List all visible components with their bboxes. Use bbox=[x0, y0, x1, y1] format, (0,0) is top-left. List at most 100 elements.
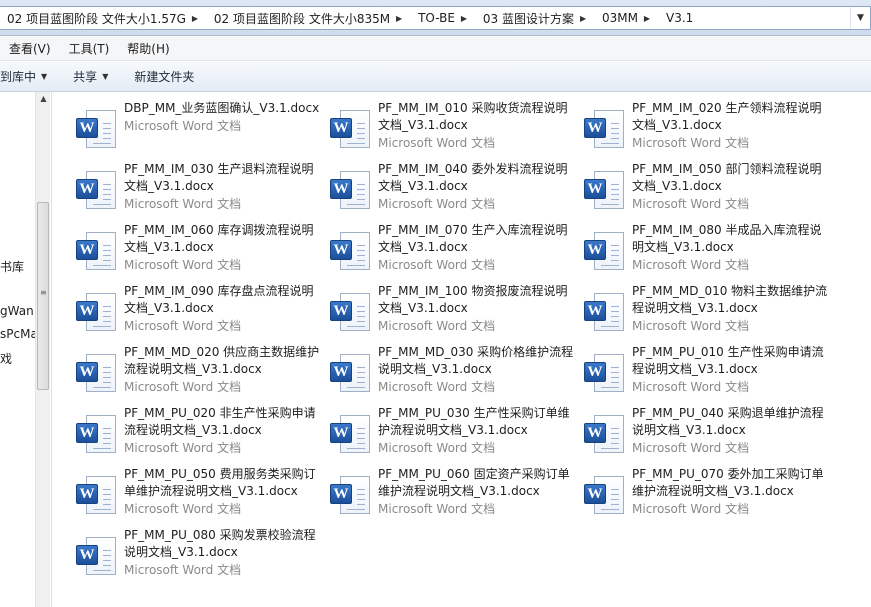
file-item[interactable]: W PF_MM_IM_090 库存盘点流程说明文档_V3.1.docx Micr… bbox=[72, 283, 322, 341]
scroll-up-icon[interactable]: ▲ bbox=[36, 94, 51, 103]
breadcrumb-item-5[interactable]: 03MM ▶ bbox=[595, 7, 659, 29]
file-item[interactable]: W PF_MM_MD_030 采购价格维护流程说明文档_V3.1.docx Mi… bbox=[326, 344, 576, 402]
word-document-icon: W bbox=[326, 291, 374, 339]
file-item[interactable]: W PF_MM_MD_010 物料主数据维护流程说明文档_V3.1.docx M… bbox=[580, 283, 830, 341]
chevron-down-icon: ▼ bbox=[41, 72, 48, 81]
navigation-pane[interactable]: 书库 gWan sPcMa 戏 ▲ ≡ bbox=[0, 92, 52, 607]
file-name: DBP_MM_业务蓝图确认_V3.1.docx bbox=[124, 101, 320, 115]
file-item[interactable]: W PF_MM_MD_020 供应商主数据维护流程说明文档_V3.1.docx … bbox=[72, 344, 322, 402]
file-name: PF_MM_IM_060 库存调拨流程说明文档_V3.1.docx bbox=[124, 223, 314, 254]
chevron-right-icon[interactable]: ▶ bbox=[188, 14, 202, 23]
word-badge: W bbox=[330, 240, 352, 260]
include-in-library-button[interactable]: 到库中 ▼ bbox=[0, 62, 61, 92]
nav-item[interactable]: 戏 bbox=[0, 350, 12, 367]
file-text: PF_MM_PU_040 采购退单维护流程说明文档_V3.1.docx Micr… bbox=[632, 405, 828, 463]
word-document-icon: W bbox=[580, 169, 628, 217]
word-badge: W bbox=[76, 240, 98, 260]
file-item[interactable]: W PF_MM_IM_040 委外发料流程说明文档_V3.1.docx Micr… bbox=[326, 161, 576, 219]
new-folder-button[interactable]: 新建文件夹 bbox=[134, 62, 208, 92]
file-type: Microsoft Word 文档 bbox=[378, 258, 496, 272]
breadcrumb-item-4[interactable]: 03 蓝图设计方案 ▶ bbox=[476, 7, 595, 29]
file-name: PF_MM_PU_030 生产性采购订单维护流程说明文档_V3.1.docx bbox=[378, 406, 570, 437]
word-badge: W bbox=[584, 179, 606, 199]
word-document-icon: W bbox=[72, 535, 120, 583]
word-document-icon: W bbox=[580, 352, 628, 400]
file-item[interactable]: W PF_MM_IM_060 库存调拨流程说明文档_V3.1.docx Micr… bbox=[72, 222, 322, 280]
file-text: PF_MM_IM_050 部门领料流程说明文档_V3.1.docx Micros… bbox=[632, 161, 828, 219]
file-text: PF_MM_IM_080 半成品入库流程说明文档_V3.1.docx Micro… bbox=[632, 222, 828, 280]
file-name: PF_MM_PU_060 固定资产采购订单维护流程说明文档_V3.1.docx bbox=[378, 467, 570, 498]
file-type: Microsoft Word 文档 bbox=[632, 197, 750, 211]
nav-item[interactable]: sPcMa bbox=[0, 327, 38, 341]
nav-scrollbar[interactable]: ▲ ≡ bbox=[35, 92, 50, 607]
menu-tools[interactable]: 工具(T) bbox=[60, 37, 119, 61]
file-item[interactable]: W PF_MM_PU_080 采购发票校验流程说明文档_V3.1.docx Mi… bbox=[72, 527, 322, 585]
command-bar: 到库中 ▼ 共享 ▼ 新建文件夹 bbox=[0, 62, 871, 92]
command-label: 共享 bbox=[73, 70, 98, 84]
word-badge: W bbox=[584, 301, 606, 321]
word-document-icon: W bbox=[580, 474, 628, 522]
menu-help[interactable]: 帮助(H) bbox=[118, 37, 178, 61]
file-text: PF_MM_PU_010 生产性采购申请流程说明文档_V3.1.docx Mic… bbox=[632, 344, 828, 402]
file-item[interactable]: W PF_MM_IM_050 部门领料流程说明文档_V3.1.docx Micr… bbox=[580, 161, 830, 219]
breadcrumb-label: V3.1 bbox=[666, 11, 694, 25]
chevron-right-icon[interactable]: ▶ bbox=[392, 14, 406, 23]
file-item[interactable]: W PF_MM_IM_100 物资报废流程说明文档_V3.1.docx Micr… bbox=[326, 283, 576, 341]
word-document-icon: W bbox=[326, 230, 374, 278]
file-item[interactable]: W PF_MM_PU_050 费用服务类采购订单维护流程说明文档_V3.1.do… bbox=[72, 466, 322, 524]
file-item[interactable]: W PF_MM_IM_010 采购收货流程说明文档_V3.1.docx Micr… bbox=[326, 100, 576, 158]
breadcrumb[interactable]: 02 项目蓝图阶段 文件大小1.57G ▶ 02 项目蓝图阶段 文件大小835M… bbox=[0, 6, 871, 30]
breadcrumb-label: 03 蓝图设计方案 bbox=[482, 11, 575, 26]
word-document-icon: W bbox=[580, 291, 628, 339]
word-badge: W bbox=[584, 118, 606, 138]
file-item[interactable]: W PF_MM_PU_030 生产性采购订单维护流程说明文档_V3.1.docx… bbox=[326, 405, 576, 463]
word-document-icon: W bbox=[72, 230, 120, 278]
chevron-right-icon[interactable]: ▶ bbox=[457, 14, 471, 23]
file-item[interactable]: W PF_MM_IM_020 生产领料流程说明文档_V3.1.docx Micr… bbox=[580, 100, 830, 158]
address-bar: 02 项目蓝图阶段 文件大小1.57G ▶ 02 项目蓝图阶段 文件大小835M… bbox=[0, 0, 871, 36]
file-item[interactable]: W DBP_MM_业务蓝图确认_V3.1.docx Microsoft Word… bbox=[72, 100, 322, 158]
nav-item-library[interactable]: 书库 bbox=[0, 258, 24, 275]
file-type: Microsoft Word 文档 bbox=[632, 441, 750, 455]
file-view[interactable]: W DBP_MM_业务蓝图确认_V3.1.docx Microsoft Word… bbox=[52, 92, 871, 607]
file-name: PF_MM_IM_030 生产退料流程说明文档_V3.1.docx bbox=[124, 162, 314, 193]
file-type: Microsoft Word 文档 bbox=[632, 136, 750, 150]
command-label: 到库中 bbox=[0, 70, 37, 84]
scrollbar-thumb[interactable]: ≡ bbox=[37, 202, 49, 390]
file-type: Microsoft Word 文档 bbox=[378, 319, 496, 333]
file-text: PF_MM_MD_030 采购价格维护流程说明文档_V3.1.docx Micr… bbox=[378, 344, 574, 402]
file-item[interactable]: W PF_MM_IM_030 生产退料流程说明文档_V3.1.docx Micr… bbox=[72, 161, 322, 219]
word-badge: W bbox=[330, 484, 352, 504]
file-item[interactable]: W PF_MM_IM_080 半成品入库流程说明文档_V3.1.docx Mic… bbox=[580, 222, 830, 280]
file-text: PF_MM_PU_050 费用服务类采购订单维护流程说明文档_V3.1.docx… bbox=[124, 466, 320, 524]
file-item[interactable]: W PF_MM_IM_070 生产入库流程说明文档_V3.1.docx Micr… bbox=[326, 222, 576, 280]
word-badge: W bbox=[76, 545, 98, 565]
breadcrumb-item-6[interactable]: V3.1 bbox=[659, 7, 700, 29]
file-item[interactable]: W PF_MM_PU_070 委外加工采购订单维护流程说明文档_V3.1.doc… bbox=[580, 466, 830, 524]
breadcrumb-item-1[interactable]: 02 项目蓝图阶段 文件大小1.57G ▶ bbox=[0, 7, 207, 29]
breadcrumb-item-3[interactable]: TO-BE ▶ bbox=[411, 7, 476, 29]
file-text: PF_MM_PU_060 固定资产采购订单维护流程说明文档_V3.1.docx … bbox=[378, 466, 574, 524]
file-item[interactable]: W PF_MM_PU_020 非生产性采购申请流程说明文档_V3.1.docx … bbox=[72, 405, 322, 463]
file-type: Microsoft Word 文档 bbox=[632, 380, 750, 394]
chevron-right-icon[interactable]: ▶ bbox=[640, 14, 654, 23]
file-text: PF_MM_IM_010 采购收货流程说明文档_V3.1.docx Micros… bbox=[378, 100, 574, 158]
file-text: PF_MM_MD_010 物料主数据维护流程说明文档_V3.1.docx Mic… bbox=[632, 283, 828, 341]
file-item[interactable]: W PF_MM_PU_010 生产性采购申请流程说明文档_V3.1.docx M… bbox=[580, 344, 830, 402]
address-history-dropdown[interactable]: ▼ bbox=[850, 7, 870, 29]
word-document-icon: W bbox=[326, 352, 374, 400]
file-text: DBP_MM_业务蓝图确认_V3.1.docx Microsoft Word 文… bbox=[124, 100, 320, 158]
file-type: Microsoft Word 文档 bbox=[124, 258, 242, 272]
breadcrumb-item-2[interactable]: 02 项目蓝图阶段 文件大小835M ▶ bbox=[207, 7, 411, 29]
file-item[interactable]: W PF_MM_PU_060 固定资产采购订单维护流程说明文档_V3.1.doc… bbox=[326, 466, 576, 524]
chevron-right-icon[interactable]: ▶ bbox=[576, 14, 590, 23]
file-text: PF_MM_IM_060 库存调拨流程说明文档_V3.1.docx Micros… bbox=[124, 222, 320, 280]
share-button[interactable]: 共享 ▼ bbox=[73, 62, 122, 92]
word-badge: W bbox=[584, 484, 606, 504]
word-document-icon: W bbox=[72, 474, 120, 522]
file-name: PF_MM_IM_090 库存盘点流程说明文档_V3.1.docx bbox=[124, 284, 314, 315]
menu-view[interactable]: 查看(V) bbox=[0, 37, 60, 61]
file-item[interactable]: W PF_MM_PU_040 采购退单维护流程说明文档_V3.1.docx Mi… bbox=[580, 405, 830, 463]
nav-item[interactable]: gWan bbox=[0, 304, 34, 318]
file-type: Microsoft Word 文档 bbox=[632, 258, 750, 272]
